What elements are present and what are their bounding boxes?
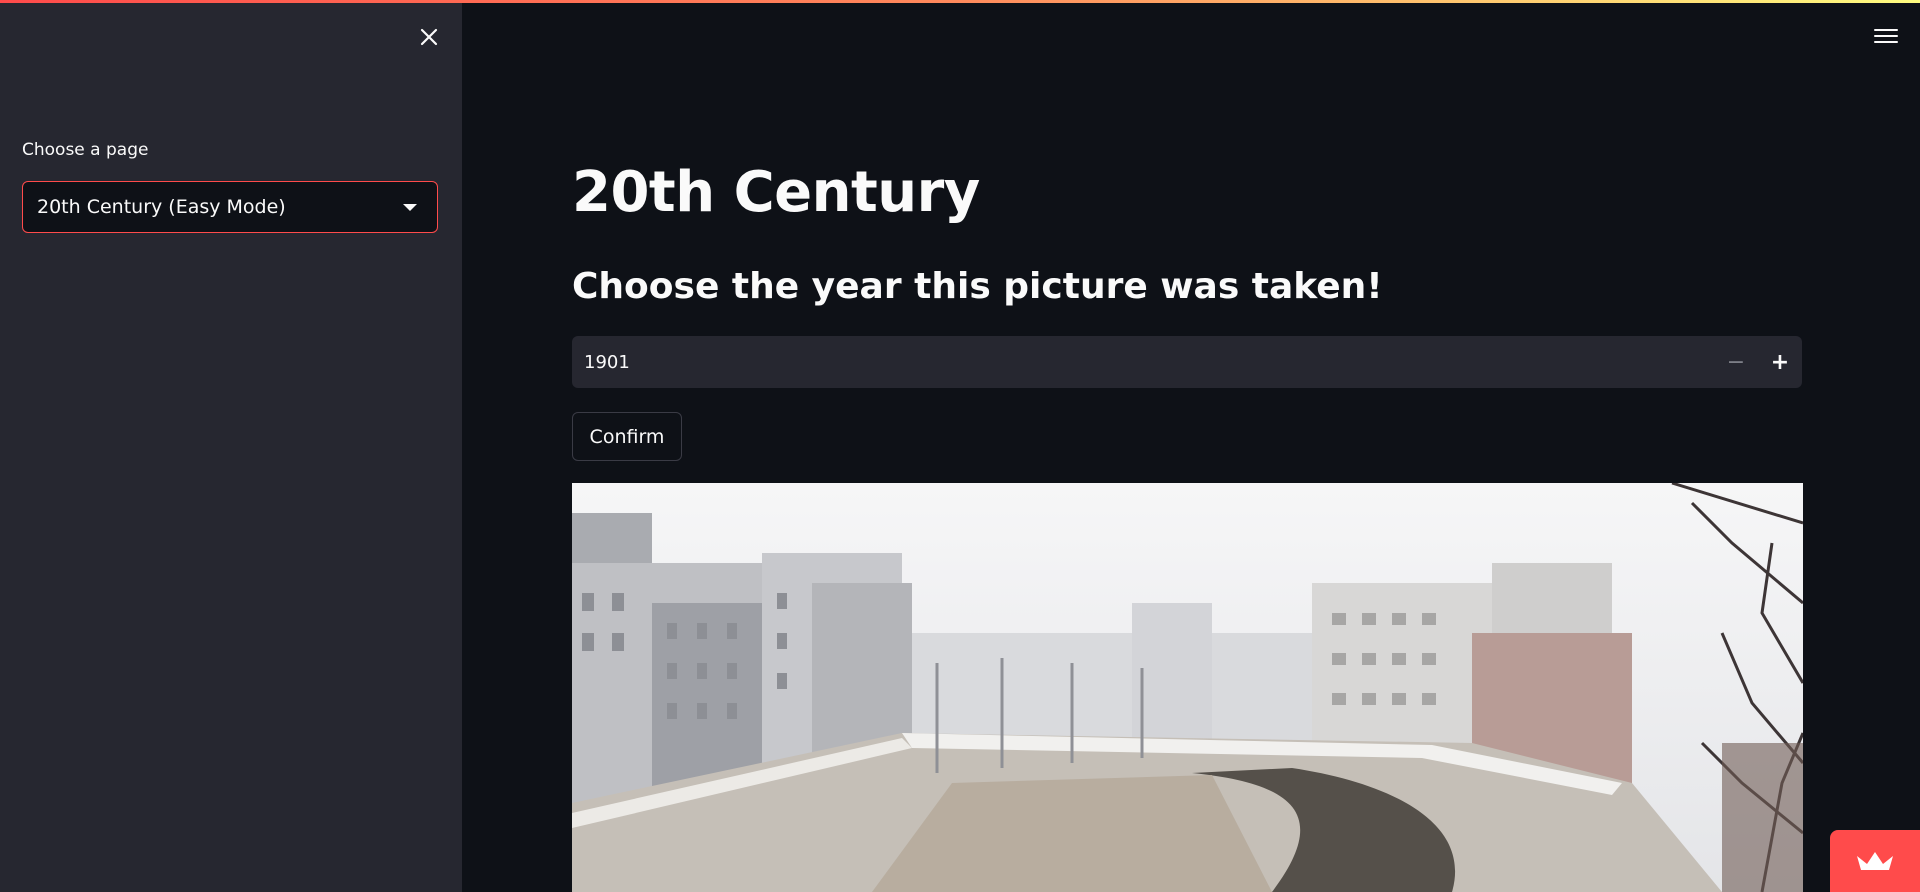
- page-select[interactable]: 20th Century (Easy Mode): [22, 181, 438, 233]
- decrement-button[interactable]: −: [1714, 336, 1758, 388]
- increment-button[interactable]: +: [1758, 336, 1802, 388]
- sidebar: Choose a page 20th Century (Easy Mode): [0, 0, 462, 892]
- year-input-field[interactable]: [572, 336, 1714, 388]
- chevron-down-icon: [403, 203, 417, 211]
- page-select-label: Choose a page: [22, 140, 149, 160]
- historical-photo: [572, 483, 1803, 892]
- main-menu-button[interactable]: [1874, 24, 1898, 48]
- photo-illustration: [572, 483, 1803, 892]
- streamlit-badge[interactable]: [1830, 830, 1920, 892]
- confirm-button[interactable]: Confirm: [572, 412, 682, 461]
- page-title: 20th Century: [572, 160, 980, 225]
- streamlit-crown-icon: [1857, 852, 1893, 870]
- page-select-value: 20th Century (Easy Mode): [37, 196, 286, 218]
- close-icon: [420, 28, 438, 46]
- app-top-accent-bar: [0, 0, 1920, 3]
- close-sidebar-button[interactable]: [416, 24, 442, 50]
- page-subtitle: Choose the year this picture was taken!: [572, 266, 1383, 307]
- hamburger-menu-icon: [1874, 29, 1898, 31]
- year-number-input: − +: [572, 336, 1802, 388]
